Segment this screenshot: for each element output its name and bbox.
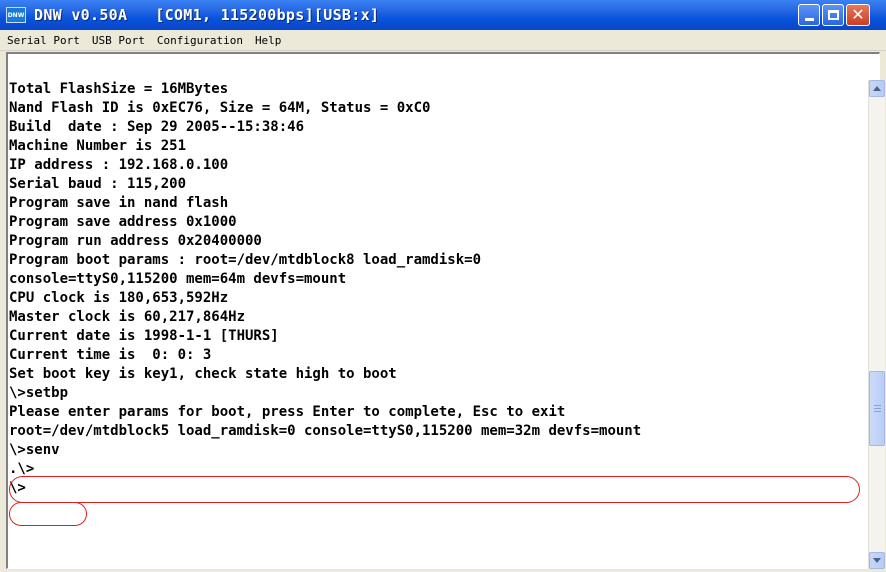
maximize-icon	[827, 10, 839, 20]
close-button[interactable]: ✕	[846, 4, 870, 26]
thumb-grip-line	[874, 408, 881, 409]
terminal-line: Machine Number is 251	[9, 138, 187, 154]
dnw-app-icon[interactable]: DNW	[6, 7, 26, 23]
close-icon: ✕	[851, 5, 865, 24]
highlight-senv-command	[9, 502, 87, 526]
scroll-up-button[interactable]	[869, 80, 885, 97]
terminal-line: \>senv	[9, 442, 60, 458]
terminal-line: \>setbp	[9, 385, 69, 401]
menu-serial-port[interactable]: Serial Port	[2, 34, 85, 47]
thumb-grip-line	[874, 411, 881, 412]
terminal-line: console=ttyS0,115200 mem=64m devfs=mount	[9, 271, 347, 287]
terminal-line: root=/dev/mtdblock5 load_ramdisk=0 conso…	[9, 423, 642, 439]
terminal-line: IP address : 192.168.0.100	[9, 157, 229, 173]
terminal-line: Please enter params for boot, press Ente…	[9, 404, 566, 420]
menu-help[interactable]: Help	[250, 34, 287, 47]
thumb-grip-line	[874, 405, 881, 406]
menu-usb-port[interactable]: USB Port	[87, 34, 150, 47]
minimize-icon	[804, 18, 814, 21]
terminal-line: Program run address 0x20400000	[9, 233, 262, 249]
terminal-line: Build date : Sep 29 2005--15:38:46	[9, 119, 305, 135]
scroll-down-arrow-icon	[873, 558, 881, 563]
terminal-line: Current date is 1998-1-1 [THURS]	[9, 328, 279, 344]
scroll-down-button[interactable]	[869, 552, 885, 569]
terminal-line: Program boot params : root=/dev/mtdblock…	[9, 252, 482, 268]
maximize-button[interactable]	[822, 4, 844, 26]
menu-bar: Serial Port USB Port Configuration Help	[0, 30, 886, 51]
terminal-line: Total FlashSize = 16MBytes	[9, 81, 229, 97]
terminal-line: CPU clock is 180,653,592Hz	[9, 290, 229, 306]
title-bar[interactable]: DNW DNW v0.50A [COM1, 115200bps][USB:x] …	[0, 0, 886, 30]
scroll-up-arrow-icon	[873, 86, 881, 91]
scrollbar-thumb[interactable]	[869, 371, 885, 446]
terminal-line: Nand Flash ID is 0xEC76, Size = 64M, Sta…	[9, 100, 431, 116]
dnw-window: DNW DNW v0.50A [COM1, 115200bps][USB:x] …	[0, 0, 886, 572]
window-title: DNW v0.50A [COM1, 115200bps][USB:x]	[34, 6, 380, 24]
menu-configuration[interactable]: Configuration	[152, 34, 248, 47]
terminal-line: Serial baud : 115,200	[9, 176, 187, 192]
vertical-scrollbar[interactable]	[868, 80, 885, 569]
terminal-line: Master clock is 60,217,864Hz	[9, 309, 246, 325]
terminal-text: Total FlashSize = 16MBytes Nand Flash ID…	[9, 80, 863, 498]
terminal-line: Program save address 0x1000	[9, 214, 237, 230]
terminal-line: Current time is 0: 0: 3	[9, 347, 212, 363]
highlight-boot-params	[9, 476, 860, 503]
terminal-line: Program save in nand flash	[9, 195, 229, 211]
terminal-line: Set boot key is key1, check state high t…	[9, 366, 397, 382]
minimize-button[interactable]	[798, 4, 820, 26]
